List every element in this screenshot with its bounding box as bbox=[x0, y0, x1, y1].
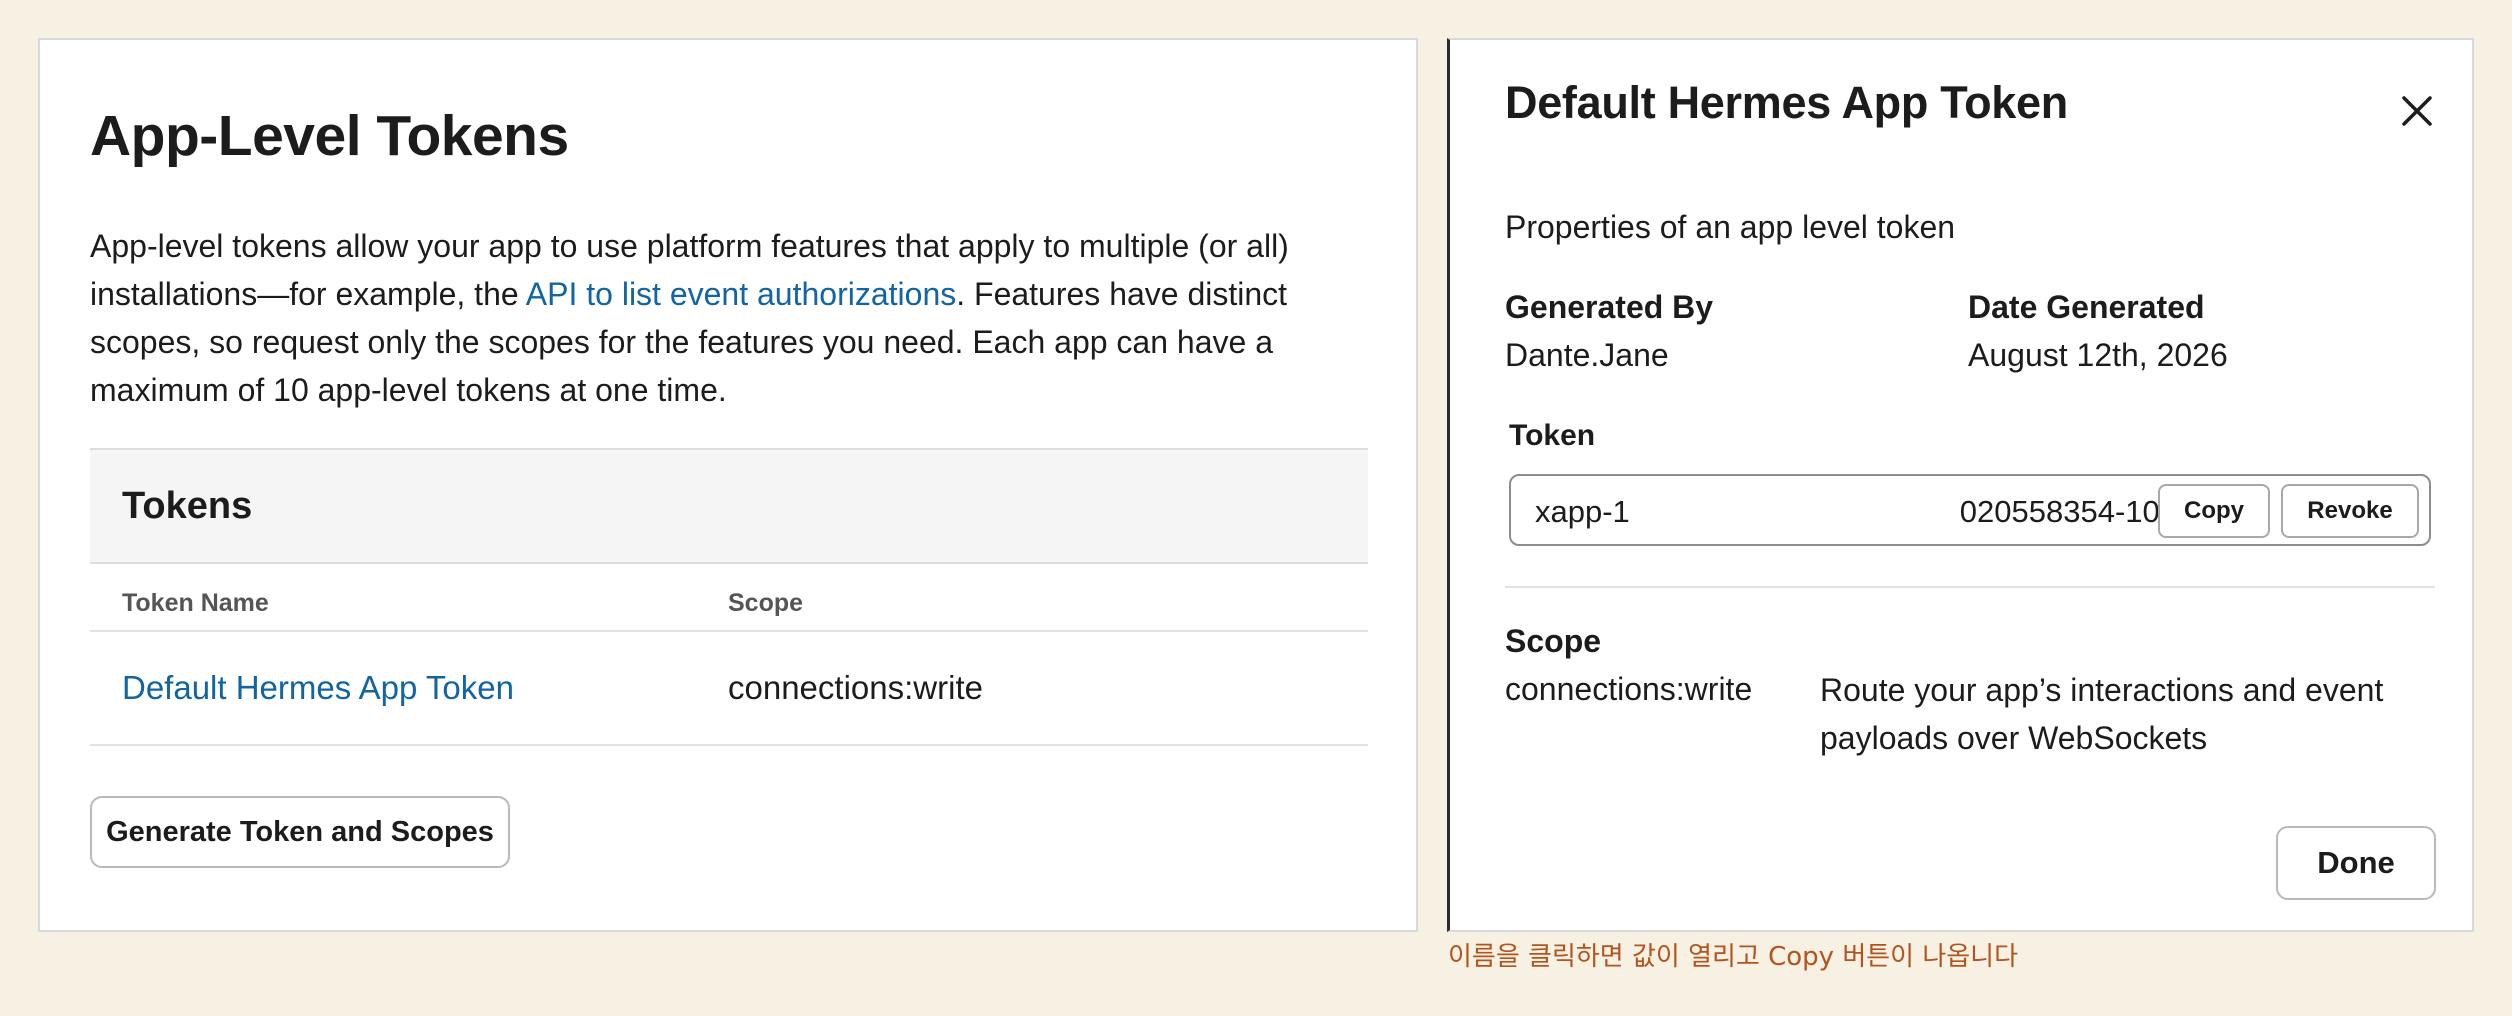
app-level-tokens-panel: App-Level Tokens App-level tokens allow … bbox=[38, 38, 1418, 932]
column-header-token-name: Token Name bbox=[122, 589, 269, 617]
token-prefix: xapp-1 bbox=[1535, 494, 1630, 529]
tokens-section-header: Tokens bbox=[90, 448, 1368, 564]
column-header-scope: Scope bbox=[728, 589, 804, 617]
token-value: xapp-1 020558354-10f bbox=[1535, 493, 2168, 530]
token-details-modal: Default Hermes App Token Properties of a… bbox=[1447, 38, 2474, 932]
scope-label: Scope bbox=[1505, 623, 1602, 659]
date-generated-label: Date Generated bbox=[1968, 289, 2205, 325]
instruction-caption: 이름을 클릭하면 값이 열리고 Copy 버튼이 나옵니다 bbox=[1448, 942, 2019, 972]
event-authorizations-api-link[interactable]: API to list event authorizations bbox=[526, 276, 956, 312]
token-name-link[interactable]: Default Hermes App Token bbox=[122, 668, 514, 708]
token-value-field[interactable]: xapp-1 020558354-10f Copy Revoke bbox=[1509, 474, 2431, 546]
tokens-heading: Tokens bbox=[122, 485, 253, 527]
modal-title: Default Hermes App Token bbox=[1505, 77, 2068, 128]
modal-divider bbox=[1505, 586, 2435, 588]
revoke-token-button[interactable]: Revoke bbox=[2281, 484, 2419, 538]
date-generated-value: August 12th, 2026 bbox=[1968, 337, 2228, 373]
token-suffix: 020558354-10f bbox=[1959, 494, 2169, 529]
table-divider bbox=[90, 630, 1368, 632]
scope-value: connections:write bbox=[1505, 671, 1753, 707]
scope-description: Route your app’s interactions and event … bbox=[1820, 672, 2384, 756]
copy-token-button[interactable]: Copy bbox=[2158, 484, 2270, 538]
generate-token-button[interactable]: Generate Token and Scopes bbox=[90, 796, 510, 868]
close-button[interactable] bbox=[2390, 84, 2444, 138]
generated-by-value: Dante.Jane bbox=[1505, 337, 1669, 373]
token-scope-value: connections:write bbox=[728, 669, 983, 706]
generated-by-label: Generated By bbox=[1505, 289, 1714, 325]
token-label: Token bbox=[1509, 419, 1596, 452]
table-divider bbox=[90, 744, 1368, 746]
modal-subtitle: Properties of an app level token bbox=[1505, 209, 1956, 245]
close-icon bbox=[2402, 96, 2432, 126]
page-title: App-Level Tokens bbox=[90, 104, 569, 168]
tokens-description: App-level tokens allow your app to use p… bbox=[90, 222, 1370, 414]
token-redaction bbox=[1630, 499, 1960, 529]
done-button[interactable]: Done bbox=[2276, 826, 2436, 900]
